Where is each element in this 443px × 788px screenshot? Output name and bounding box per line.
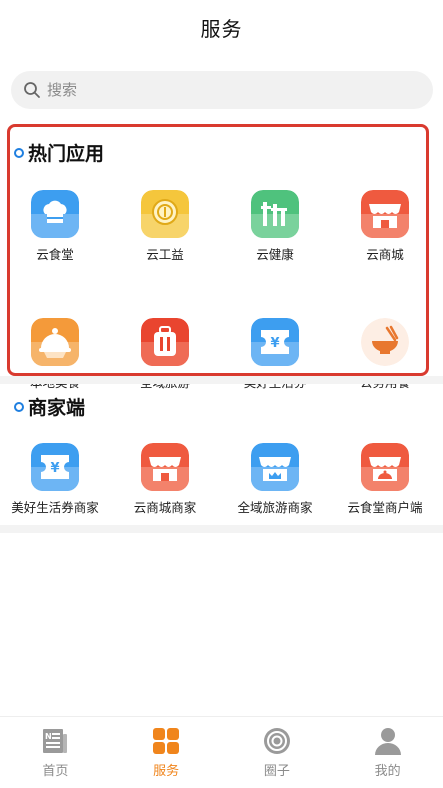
stall-icon (361, 443, 409, 491)
svg-text:¥: ¥ (270, 336, 279, 351)
bowl-icon (361, 318, 409, 366)
svg-text:¥: ¥ (50, 461, 59, 476)
hot-apps-grid: 云食堂 云工益 云健康 云商城 本地美食 (0, 190, 440, 391)
title-dot-icon (14, 401, 24, 412)
header: 服务 (0, 0, 443, 54)
merchant-item[interactable]: 云商城商家 (110, 443, 220, 516)
chef-hat-icon (31, 190, 79, 238)
app-item[interactable]: 云商城 (330, 190, 440, 263)
merchant-item[interactable]: 云食堂商户端 (330, 443, 440, 516)
user-icon (374, 728, 401, 755)
search-input[interactable] (47, 81, 407, 99)
section-divider (0, 376, 443, 384)
hot-apps-title: 热门应用 (14, 139, 104, 166)
section-divider (0, 525, 443, 533)
app-item[interactable]: 云工益 (110, 190, 220, 263)
coin-icon (141, 190, 189, 238)
merchant-title: 商家端 (14, 393, 85, 420)
title-dot-icon (14, 147, 24, 158)
merchant-item[interactable]: ¥ 美好生活券商家 (0, 443, 110, 516)
circle-icon (263, 728, 290, 754)
merchant-item[interactable]: 全域旅游商家 (220, 443, 330, 516)
app-item[interactable]: 云健康 (220, 190, 330, 263)
coupon-icon: ¥ (251, 318, 299, 366)
news-icon: N (43, 729, 68, 753)
merchant-grid: ¥ 美好生活券商家 云商城商家 全域旅游商家 云食堂商户端 (0, 443, 440, 516)
app-item[interactable]: 云食堂 (0, 190, 110, 263)
luggage-icon (141, 318, 189, 366)
search-bar[interactable] (11, 71, 433, 109)
svg-text:N: N (45, 732, 52, 741)
page-title: 服务 (200, 16, 243, 41)
health-icon (251, 190, 299, 238)
store-icon (251, 443, 299, 491)
food-cover-icon (31, 318, 79, 366)
tab-circle[interactable]: 圈子 (222, 717, 333, 788)
tab-profile[interactable]: 我的 (332, 717, 443, 788)
bottom-tab-bar: N 首页 服务 圈子 我的 (0, 716, 443, 788)
grid-icon (153, 728, 180, 754)
shop-icon (361, 190, 409, 238)
search-icon (24, 82, 40, 98)
shop-icon (141, 443, 189, 491)
tab-home[interactable]: N 首页 (0, 717, 111, 788)
coupon-icon: ¥ (31, 443, 79, 491)
tab-services[interactable]: 服务 (111, 717, 222, 788)
